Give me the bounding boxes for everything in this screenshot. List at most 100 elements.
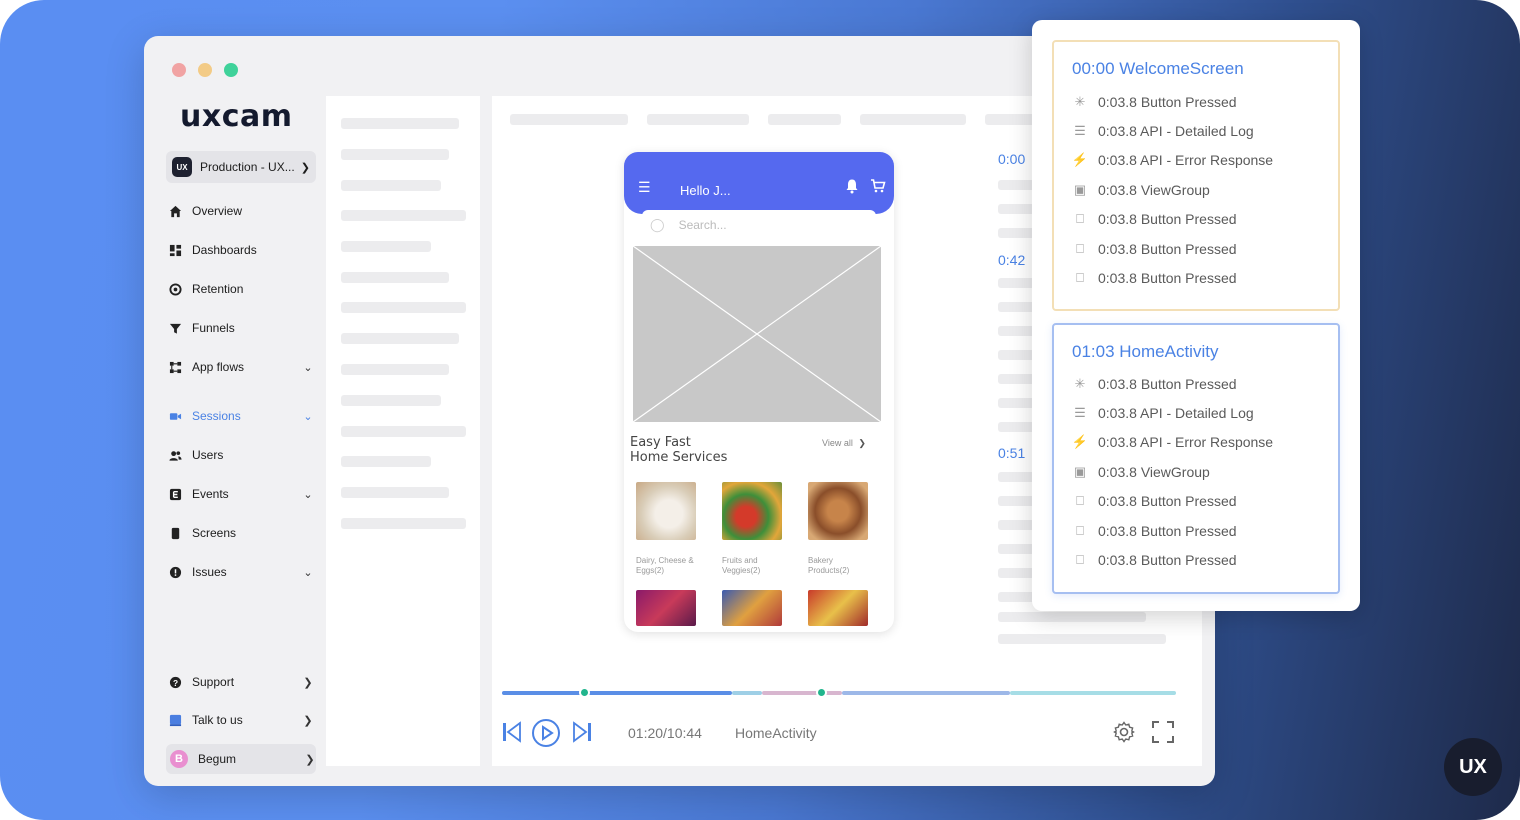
sidebar-item-talk-to-us[interactable]: Talk to us ❯ (168, 706, 314, 734)
progress-segment (762, 691, 842, 695)
log-icon: ☰ (1074, 123, 1086, 138)
skeleton-line (341, 272, 449, 283)
event-row[interactable]: ▣ 0:03.8 ViewGroup (1072, 462, 1210, 482)
skeleton-line (998, 612, 1146, 622)
event-row[interactable]: ⎕ 0:03.8 Button Pressed (1072, 239, 1236, 259)
sidebar-item-users[interactable]: Users (168, 441, 314, 469)
seek-bar[interactable] (502, 687, 1176, 698)
sidebar-item-sessions[interactable]: Sessions ⌄ (168, 402, 314, 430)
sidebar-item-dashboards[interactable]: Dashboards (168, 236, 314, 264)
bolt-icon: ⚡ (1071, 434, 1089, 449)
project-name: Production - UX... (200, 160, 295, 174)
chevron-down-icon: ⌄ (303, 566, 313, 579)
chevron-right-icon: ❯ (305, 753, 315, 766)
avatar: B (170, 750, 188, 768)
skip-back-button[interactable] (502, 721, 522, 748)
sidebar-item-retention[interactable]: Retention (168, 275, 314, 303)
search-placeholder: Search... (678, 218, 727, 232)
pointer-icon: ⎕ (1076, 523, 1084, 538)
users-icon (168, 448, 182, 462)
dashboard-icon (168, 243, 182, 257)
fullscreen-icon[interactable] (1152, 721, 1174, 748)
project-selector[interactable]: UX Production - UX... ❯ (166, 151, 316, 183)
event-row[interactable]: ⚡ 0:03.8 API - Error Response (1072, 432, 1273, 452)
skeleton-line (341, 518, 466, 529)
skeleton-line (341, 395, 441, 406)
sidebar: uxcam UX Production - UX... ❯ Overview D… (160, 96, 320, 776)
screen-event-card[interactable]: 00:00 WelcomeScreen ✳ 0:03.8 Button Press… (1052, 40, 1340, 311)
event-row[interactable]: ⎕ 0:03.8 Button Pressed (1072, 491, 1236, 511)
pointer-icon: ⎕ (1076, 211, 1084, 226)
chevron-down-icon: ⌄ (303, 410, 313, 423)
sidebar-item-screens[interactable]: Screens (168, 519, 314, 547)
timeline-stamp[interactable]: 0:42 (998, 252, 1025, 268)
timeline-stamp[interactable]: 0:51 (998, 445, 1025, 461)
sidebar-item-support[interactable]: ? Support ❯ (168, 668, 314, 696)
event-row[interactable]: ✳ 0:03.8 Button Pressed (1072, 92, 1237, 112)
cart-icon (870, 178, 886, 198)
pointer-icon: ⎕ (1076, 241, 1084, 256)
skeleton-line (510, 114, 628, 125)
events-icon (168, 487, 182, 501)
product-tile[interactable]: Fruits and Veggies(2) (722, 482, 784, 576)
skeleton-line (768, 114, 841, 125)
sidebar-item-funnels[interactable]: Funnels (168, 314, 314, 342)
sidebar-item-app-flows[interactable]: App flows ⌄ (168, 353, 314, 381)
bakery-image (808, 482, 868, 540)
screen-event-card[interactable]: 01:03 HomeActivity ✳ 0:03.8 Button Presse… (1052, 323, 1340, 594)
pointer-icon: ⎕ (1076, 270, 1084, 285)
progress-segment (842, 691, 1010, 695)
chevron-right-icon: ❯ (303, 676, 313, 689)
event-marker[interactable] (816, 687, 827, 698)
product-tile[interactable]: Bakery Products(2) (808, 482, 870, 576)
playback-time: 01:20/10:44 (628, 725, 702, 741)
card-title: 00:00 WelcomeScreen (1072, 59, 1244, 78)
player-controls: 01:20/10:44 HomeActivity (502, 718, 1178, 748)
settings-gear-icon[interactable] (1113, 721, 1135, 748)
event-row[interactable]: ⚡ 0:03.8 API - Error Response (1072, 150, 1273, 170)
product-image (636, 590, 696, 626)
pointer-icon: ⎕ (1076, 493, 1084, 508)
session-list-panel (326, 96, 480, 766)
event-row[interactable]: ⎕ 0:03.8 Button Pressed (1072, 521, 1236, 541)
timeline-stamp[interactable]: 0:00 (998, 151, 1025, 167)
phone-replay[interactable]: ☰ Hello J... ◯ Search... Easy Fast Home … (624, 152, 894, 632)
pointer-icon: ⎕ (1076, 552, 1084, 567)
minimize-window-button[interactable] (198, 63, 212, 77)
user-menu[interactable]: B Begum ❯ (166, 744, 316, 774)
sidebar-item-issues[interactable]: Issues ⌄ (168, 558, 314, 586)
chevron-down-icon: ⌄ (303, 488, 313, 501)
event-row[interactable]: ⎕ 0:03.8 Button Pressed (1072, 268, 1236, 288)
view-all-link[interactable]: View all ❯ (822, 438, 866, 449)
sidebar-item-events[interactable]: Events ⌄ (168, 480, 314, 508)
uxcam-badge[interactable]: UX (1444, 738, 1502, 796)
skip-forward-button[interactable] (572, 721, 592, 748)
event-row[interactable]: ▣ 0:03.8 ViewGroup (1072, 180, 1210, 200)
product-image (808, 590, 868, 626)
skeleton-line (341, 118, 459, 129)
bell-icon (844, 178, 860, 198)
phone-search-field[interactable]: ◯ Search... (642, 210, 876, 240)
event-row[interactable]: ☰ 0:03.8 API - Detailed Log (1072, 121, 1254, 141)
event-row[interactable]: ✳ 0:03.8 Button Pressed (1072, 374, 1237, 394)
card-title: 01:03 HomeActivity (1072, 342, 1219, 361)
maximize-window-button[interactable] (224, 63, 238, 77)
uxcam-logo[interactable]: uxcam (180, 96, 293, 136)
seek-knob[interactable] (579, 687, 591, 698)
viewgroup-icon: ▣ (1073, 464, 1087, 479)
close-window-button[interactable] (172, 63, 186, 77)
product-tile[interactable]: Dairy, Cheese & Eggs(2) (636, 482, 698, 576)
skeleton-line (998, 634, 1166, 644)
skeleton-line (341, 487, 449, 498)
event-row[interactable]: ⎕ 0:03.8 Button Pressed (1072, 550, 1236, 570)
play-button[interactable] (531, 718, 561, 753)
product-image (722, 590, 782, 626)
chevron-right-icon: ❯ (300, 161, 310, 174)
sidebar-item-overview[interactable]: Overview (168, 197, 314, 225)
help-icon: ? (168, 675, 182, 689)
event-row[interactable]: ⎕ 0:03.8 Button Pressed (1072, 209, 1236, 229)
skeleton-line (647, 114, 749, 125)
event-row[interactable]: ☰ 0:03.8 API - Detailed Log (1072, 403, 1254, 423)
app-header: ☰ Hello J... (624, 152, 894, 214)
chat-icon (168, 713, 182, 727)
